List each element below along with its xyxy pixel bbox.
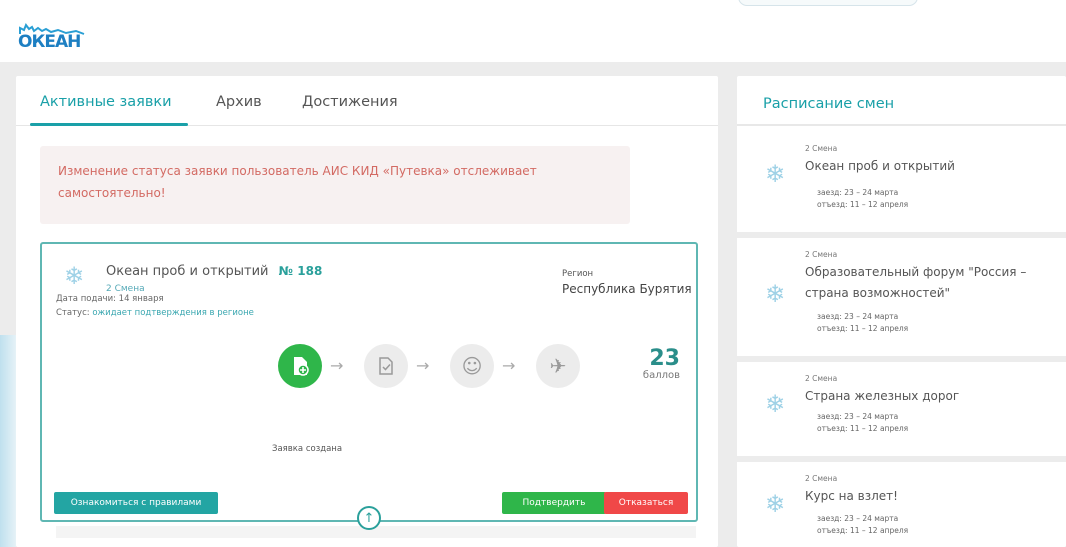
shift-label: 2 Смена — [805, 374, 838, 383]
snowflake-icon: ❄ — [765, 160, 786, 188]
application-status: Статус: ожидает подтверждения в регионе — [56, 308, 254, 318]
status-value: ожидает подтверждения в регионе — [92, 308, 254, 318]
step-caption: Заявка создана — [272, 444, 343, 454]
arrow-up-circle-icon[interactable]: ↑ — [357, 506, 381, 530]
applications-panel: Активные заявки Архив Достижения Изменен… — [16, 76, 718, 547]
alert-line-1: Изменение статуса заявки пользователь АИ… — [58, 164, 537, 178]
tab-active-applications[interactable]: Активные заявки — [40, 94, 172, 110]
header-pill[interactable] — [738, 0, 918, 6]
airplane-icon: ✈ — [536, 344, 580, 388]
shift-arrival: заезд: 23 – 24 марта — [817, 412, 899, 421]
next-card-edge — [56, 526, 696, 538]
application-number: № 188 — [278, 264, 323, 278]
shift-label: 2 Смена — [805, 474, 838, 483]
tabs-bar: Активные заявки Архив Достижения — [16, 76, 718, 126]
smile-icon: ☺ — [450, 344, 494, 388]
arrow-right-icon: → — [330, 356, 344, 375]
alert-line-2: самостоятельно! — [58, 186, 166, 200]
active-tab-indicator — [30, 123, 188, 126]
top-bar: ОКЕАН — [0, 0, 1066, 62]
list-item[interactable]: ❄ 2 Смена Образовательный форум "Россия … — [737, 238, 1066, 348]
tab-archive[interactable]: Архив — [216, 94, 262, 110]
schedule-panel: Расписание смен ❄ 2 Смена Океан проб и о… — [737, 76, 1066, 547]
shift-arrival: заезд: 23 – 24 марта — [817, 188, 899, 197]
progress-steps: → → ☺ → ✈ — [278, 344, 588, 390]
shift-name: Океан проб и открытий — [805, 159, 955, 173]
list-item[interactable]: ❄ 2 Смена Курс на взлет! заезд: 23 – 24 … — [737, 462, 1066, 547]
ocean-logo[interactable]: ОКЕАН — [18, 18, 88, 58]
snowflake-icon: ❄ — [765, 390, 786, 418]
tab-achievements[interactable]: Достижения — [302, 94, 398, 110]
shift-arrival: заезд: 23 – 24 марта — [817, 312, 899, 321]
shift-departure: отъезд: 11 – 12 апреля — [817, 526, 909, 535]
application-title: Океан проб и открытий № 188 — [106, 264, 322, 279]
logo-text: ОКЕАН — [18, 32, 81, 52]
shift-arrival: заезд: 23 – 24 марта — [817, 514, 899, 523]
snowflake-icon: ❄ — [765, 490, 786, 518]
shift-departure: отъезд: 11 – 12 апреля — [817, 424, 909, 433]
score-label: баллов — [642, 370, 680, 381]
shift-name: Страна железных дорог — [805, 389, 960, 403]
rules-button[interactable]: Ознакомиться с правилами — [54, 492, 218, 514]
application-name: Океан проб и открытий — [106, 264, 269, 279]
shift-departure: отъезд: 11 – 12 апреля — [817, 200, 909, 209]
reject-button[interactable]: Отказаться — [604, 492, 688, 514]
status-label: Статус: — [56, 308, 90, 318]
region-label: Регион — [562, 269, 594, 279]
arrow-right-icon: → — [416, 356, 430, 375]
arrow-right-icon: → — [502, 356, 516, 375]
shift-name: Курс на взлет! — [805, 489, 898, 503]
left-decoration — [0, 335, 16, 547]
schedule-title: Расписание смен — [763, 96, 895, 112]
submission-date: Дата подачи: 14 января — [56, 294, 164, 304]
shift-name: Образовательный форум "Россия – страна в… — [805, 265, 1027, 300]
shift-departure: отъезд: 11 – 12 апреля — [817, 324, 909, 333]
application-card: ❄ Океан проб и открытий № 188 2 Смена Ре… — [40, 242, 698, 522]
list-item[interactable]: ❄ 2 Смена Океан проб и открытий заезд: 2… — [737, 132, 1066, 242]
score-value: 23 — [649, 346, 680, 371]
document-check-icon — [364, 344, 408, 388]
confirm-button[interactable]: Подтвердить — [502, 492, 606, 514]
application-shift: 2 Смена — [106, 284, 145, 294]
divider — [737, 124, 1066, 126]
status-alert: Изменение статуса заявки пользователь АИ… — [40, 146, 630, 224]
region-value: Республика Бурятия — [562, 282, 692, 296]
score-block: 23 баллов — [630, 346, 680, 382]
shift-label: 2 Смена — [805, 250, 838, 259]
snowflake-icon: ❄ — [765, 280, 786, 308]
snowflake-icon: ❄ — [64, 262, 85, 290]
shift-label: 2 Смена — [805, 144, 838, 153]
document-add-icon — [278, 344, 322, 388]
